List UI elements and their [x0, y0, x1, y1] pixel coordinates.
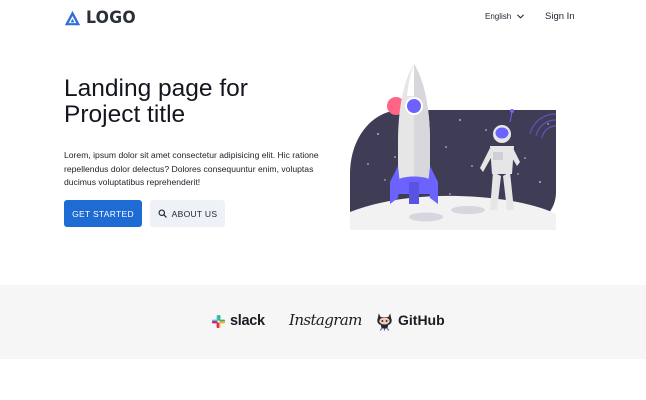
chevron-down-icon [517, 14, 525, 19]
hero-description: Lorem, ipsum dolor sit amet consectetur … [64, 150, 319, 188]
hero-title: Landing page for Project title [64, 75, 248, 128]
crater [451, 206, 485, 214]
language-selector[interactable]: English [485, 12, 525, 21]
site-header: LOGO English Sign In [0, 0, 646, 36]
get-started-label: GET STARTED [72, 208, 134, 219]
crater [409, 212, 443, 222]
sign-in-link[interactable]: Sign In [545, 11, 575, 22]
logo[interactable]: LOGO [64, 8, 140, 28]
rocket-astronaut-illustration [350, 64, 557, 230]
github-wordmark: GitHub [398, 312, 445, 328]
brand-logos-strip: slack Instagram GitHub [0, 285, 646, 359]
about-us-label: ABOUT US [171, 208, 218, 219]
triangle-logo-icon [64, 10, 81, 25]
get-started-button[interactable]: GET STARTED [64, 200, 142, 227]
instagram-brand[interactable]: Instagram [289, 311, 362, 329]
slack-wordmark: slack [230, 313, 265, 329]
language-label: English [485, 12, 512, 21]
octocat-icon [377, 313, 392, 331]
search-icon [158, 209, 167, 218]
instagram-wordmark: Instagram [289, 311, 362, 329]
slack-logo-icon [211, 314, 226, 328]
github-brand[interactable]: GitHub [375, 309, 445, 331]
slack-brand[interactable]: slack [211, 313, 265, 329]
logo-text: LOGO [86, 8, 136, 28]
about-us-button[interactable]: ABOUT US [150, 200, 225, 227]
